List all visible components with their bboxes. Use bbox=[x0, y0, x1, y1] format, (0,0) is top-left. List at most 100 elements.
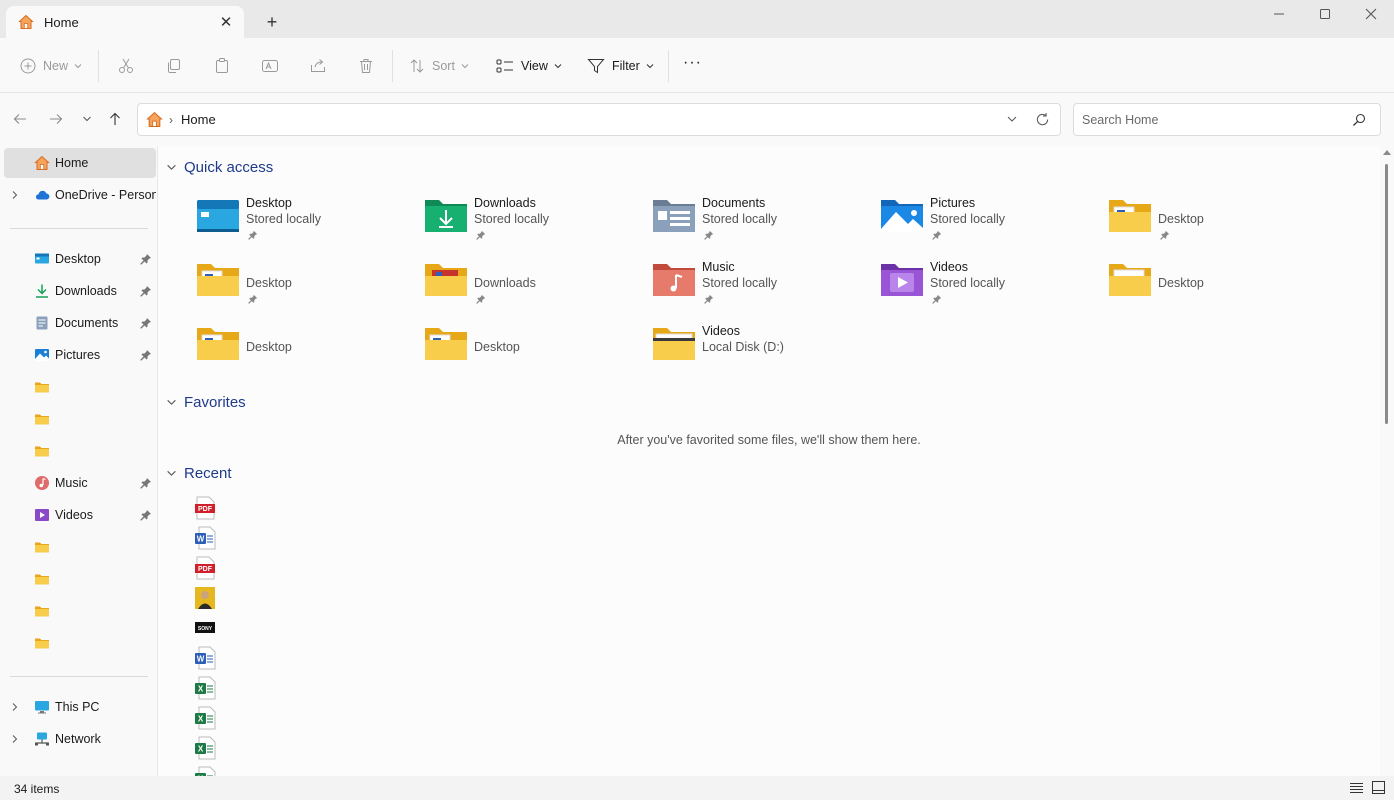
quick-access-item[interactable]: Desktop bbox=[1108, 254, 1328, 310]
favorites-header[interactable]: Favorites bbox=[166, 391, 246, 413]
desktop-icon bbox=[35, 253, 49, 264]
sidebar-item-folder[interactable] bbox=[4, 564, 156, 594]
tab-home[interactable]: Home ✕ bbox=[6, 6, 244, 38]
quick-access-item[interactable]: Desktop Stored locally bbox=[196, 190, 416, 246]
chevron-down-icon bbox=[167, 399, 176, 405]
sidebar-item-onedrive[interactable]: OneDrive - Personal bbox=[4, 180, 156, 210]
sidebar-item-music[interactable]: Music bbox=[4, 468, 156, 498]
image-file-icon[interactable] bbox=[194, 586, 216, 610]
word-file-icon[interactable]: W bbox=[194, 646, 216, 670]
folder-icon bbox=[35, 638, 49, 649]
item-location: Desktop bbox=[1158, 276, 1204, 290]
sidebar-item-desktop[interactable]: Desktop bbox=[4, 244, 156, 274]
recent-locations-button[interactable] bbox=[78, 110, 96, 128]
refresh-icon[interactable] bbox=[1035, 112, 1050, 127]
search-box[interactable] bbox=[1073, 103, 1381, 136]
cut-button[interactable] bbox=[117, 53, 135, 79]
quick-access-item[interactable]: Desktop bbox=[424, 318, 644, 374]
quick-access-item[interactable]: Videos Local Disk (D:) bbox=[652, 318, 872, 374]
filter-button[interactable]: Filter bbox=[587, 53, 654, 79]
pin-icon[interactable] bbox=[140, 509, 152, 521]
quick-access-item[interactable]: Desktop bbox=[196, 318, 416, 374]
chevron-right-icon[interactable] bbox=[10, 190, 20, 200]
sidebar-item-network[interactable]: Network bbox=[4, 724, 156, 754]
new-tab-button[interactable]: + bbox=[262, 12, 282, 32]
pin-icon[interactable] bbox=[140, 317, 152, 329]
excel-file-icon[interactable]: X bbox=[194, 766, 216, 776]
excel-file-icon[interactable]: X bbox=[194, 676, 216, 700]
svg-text:PDF: PDF bbox=[198, 566, 213, 573]
sidebar-item-folder[interactable] bbox=[4, 404, 156, 434]
search-icon[interactable] bbox=[1352, 113, 1366, 127]
quick-access-item[interactable]: Downloads bbox=[424, 254, 644, 310]
tiles-view-icon[interactable] bbox=[1372, 781, 1385, 794]
download-icon bbox=[36, 284, 48, 298]
back-button[interactable] bbox=[11, 110, 29, 128]
details-view-icon[interactable] bbox=[1350, 782, 1363, 794]
music-icon bbox=[35, 476, 49, 490]
pdf-file-icon[interactable]: PDF bbox=[194, 556, 216, 580]
close-tab-icon[interactable]: ✕ bbox=[218, 14, 234, 31]
quick-access-item[interactable]: Downloads Stored locally bbox=[424, 190, 644, 246]
scroll-up-icon[interactable] bbox=[1383, 150, 1391, 155]
chevron-right-icon[interactable] bbox=[10, 702, 20, 712]
search-input[interactable] bbox=[1074, 104, 1334, 135]
view-button[interactable]: View bbox=[496, 53, 562, 79]
quick-access-item[interactable]: Desktop bbox=[1108, 190, 1328, 246]
more-options-button[interactable]: ··· bbox=[683, 50, 702, 76]
scrollbar-thumb[interactable] bbox=[1385, 164, 1388, 424]
pin-icon[interactable] bbox=[140, 477, 152, 489]
sidebar-item-this-pc[interactable]: This PC bbox=[4, 692, 156, 722]
paste-button[interactable] bbox=[213, 53, 231, 79]
computer-icon bbox=[35, 701, 49, 714]
up-button[interactable] bbox=[106, 110, 124, 128]
folder-icon bbox=[197, 328, 239, 360]
excel-file-icon[interactable]: X bbox=[194, 706, 216, 730]
sidebar-item-folder[interactable] bbox=[4, 372, 156, 402]
sort-button[interactable]: Sort bbox=[409, 53, 469, 79]
sidebar-item-downloads[interactable]: Downloads bbox=[4, 276, 156, 306]
chevron-right-icon[interactable] bbox=[10, 734, 20, 744]
quick-access-item[interactable]: Documents Stored locally bbox=[652, 190, 872, 246]
rename-button[interactable] bbox=[261, 53, 279, 79]
recent-header[interactable]: Recent bbox=[166, 462, 232, 484]
pdf-file-icon[interactable]: PDF bbox=[194, 496, 216, 520]
folder-icon bbox=[35, 606, 49, 617]
documents-folder-icon bbox=[653, 200, 695, 232]
quick-access-item[interactable]: Videos Stored locally bbox=[880, 254, 1100, 310]
chevron-down-icon[interactable] bbox=[1006, 113, 1018, 125]
sidebar-item-documents[interactable]: Documents bbox=[4, 308, 156, 338]
copy-button[interactable] bbox=[165, 53, 183, 79]
sidebar-item-folder[interactable] bbox=[4, 532, 156, 562]
word-file-icon[interactable]: W bbox=[194, 526, 216, 550]
svg-text:X: X bbox=[198, 715, 204, 724]
sidebar-item-pictures[interactable]: Pictures bbox=[4, 340, 156, 370]
excel-file-icon[interactable]: X bbox=[194, 736, 216, 760]
close-window-button[interactable] bbox=[1348, 0, 1394, 28]
share-button[interactable] bbox=[309, 53, 327, 79]
quick-access-item[interactable]: Pictures Stored locally bbox=[880, 190, 1100, 246]
sidebar-item-folder[interactable] bbox=[4, 628, 156, 658]
vertical-scrollbar[interactable] bbox=[1380, 146, 1394, 776]
pin-icon[interactable] bbox=[140, 349, 152, 361]
pin-icon[interactable] bbox=[140, 285, 152, 297]
delete-button[interactable] bbox=[357, 53, 375, 79]
maximize-button[interactable] bbox=[1302, 0, 1348, 28]
folder-icon bbox=[35, 414, 49, 425]
sidebar-item-videos[interactable]: Videos bbox=[4, 500, 156, 530]
quick-access-header[interactable]: Quick access bbox=[166, 156, 273, 178]
address-bar[interactable]: › Home bbox=[137, 103, 1061, 136]
forward-button[interactable] bbox=[47, 110, 65, 128]
sony-file-icon[interactable]: SONY bbox=[194, 616, 216, 640]
sidebar-item-folder[interactable] bbox=[4, 596, 156, 626]
pin-icon bbox=[704, 294, 714, 304]
breadcrumb-home[interactable]: Home bbox=[181, 112, 216, 127]
pin-icon[interactable] bbox=[140, 253, 152, 265]
new-button[interactable]: New bbox=[20, 53, 82, 79]
quick-access-item[interactable]: Desktop bbox=[196, 254, 416, 310]
sidebar-item-home[interactable]: Home bbox=[4, 148, 156, 178]
favorites-empty-message: After you've favorited some files, we'll… bbox=[617, 433, 921, 447]
sidebar-item-folder[interactable] bbox=[4, 436, 156, 466]
minimize-button[interactable] bbox=[1256, 0, 1302, 28]
quick-access-item[interactable]: Music Stored locally bbox=[652, 254, 872, 310]
